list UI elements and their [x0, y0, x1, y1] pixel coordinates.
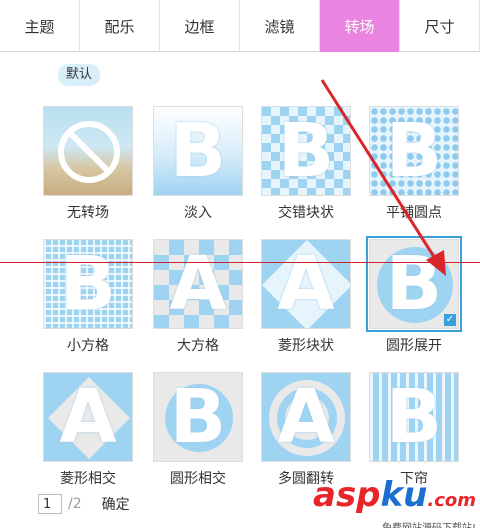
thumb-letter: A: [169, 241, 227, 327]
watermark-ku: ku: [380, 475, 428, 515]
thumb-letter: B: [385, 374, 443, 460]
no-entry-icon: [58, 121, 120, 183]
effect-label: 圆形展开: [386, 338, 442, 354]
thumb-circle-expand: B ✓: [366, 236, 462, 332]
effect-multi-circle-flip[interactable]: A 多圆翻转: [248, 372, 364, 488]
thumb-letter: A: [277, 241, 335, 327]
thumb-diamond-blocks: A: [261, 239, 351, 329]
thumb-letter: B: [59, 241, 117, 327]
selected-check-icon: ✓: [444, 314, 456, 326]
thumb-letter: B: [385, 108, 443, 194]
effect-label: 淡入: [184, 205, 212, 221]
thumb-staggered-blocks: B: [261, 106, 351, 196]
thumb-letter: A: [59, 374, 117, 460]
thumb-no-transition: [43, 106, 133, 196]
tab-filter[interactable]: 滤镜: [240, 0, 320, 52]
thumb-fade-in: B: [153, 106, 243, 196]
section-default-badge: 默认: [58, 64, 101, 86]
thumb-multi-circle-flip: A: [261, 372, 351, 462]
effect-label: 菱形块状: [278, 338, 334, 354]
effect-small-grid[interactable]: B 小方格: [30, 239, 146, 355]
tab-theme[interactable]: 主题: [0, 0, 80, 52]
thumb-diamond-intersect: A: [43, 372, 133, 462]
watermark-logo: aspku.com 免费网站源码下载站!: [296, 478, 476, 528]
effect-diamond-intersect[interactable]: A 菱形相交: [30, 372, 146, 488]
effect-label: 无转场: [67, 205, 109, 221]
effect-staggered-blocks[interactable]: B 交错块状: [248, 106, 364, 222]
effect-diamond-blocks[interactable]: A 菱形块状: [248, 239, 364, 355]
thumb-tiled-dots: B: [369, 106, 459, 196]
thumb-letter: B: [277, 108, 335, 194]
watermark-com: .com: [427, 490, 476, 511]
tab-transition[interactable]: 转场: [320, 0, 400, 52]
confirm-button[interactable]: 确定: [102, 494, 130, 514]
thumb-letter: A: [277, 374, 335, 460]
watermark-asp: asp: [313, 475, 381, 515]
effect-circle-expand[interactable]: B ✓ 圆形展开: [356, 236, 472, 355]
tab-border[interactable]: 边框: [160, 0, 240, 52]
pager: /2 确定: [38, 494, 130, 514]
thumb-small-grid: B: [43, 239, 133, 329]
thumb-blinds-down: B: [369, 372, 459, 462]
effect-label: 小方格: [67, 338, 109, 354]
effect-tiled-dots[interactable]: B 平铺圆点: [356, 106, 472, 222]
effect-no-transition[interactable]: 无转场: [30, 106, 146, 222]
effect-blinds-down[interactable]: B 下帘: [356, 372, 472, 488]
watermark-subtitle: 免费网站源码下载站!: [296, 519, 476, 528]
page-number-input[interactable]: [38, 494, 62, 514]
effect-fade-in[interactable]: B 淡入: [140, 106, 256, 222]
tab-size[interactable]: 尺寸: [400, 0, 480, 52]
thumb-letter: B: [169, 374, 227, 460]
effect-label: 大方格: [177, 338, 219, 354]
guide-line: [0, 262, 480, 263]
tab-music[interactable]: 配乐: [80, 0, 160, 52]
watermark-text: aspku.com: [296, 478, 476, 518]
thumb-circle-intersect: B: [153, 372, 243, 462]
effect-label: 交错块状: [278, 205, 334, 221]
effect-circle-intersect[interactable]: B 圆形相交: [140, 372, 256, 488]
thumb-large-grid: A: [153, 239, 243, 329]
tab-bar: 主题 配乐 边框 滤镜 转场 尺寸: [0, 0, 480, 52]
effect-large-grid[interactable]: A 大方格: [140, 239, 256, 355]
effect-label: 平铺圆点: [386, 205, 442, 221]
page-total: /2: [68, 496, 82, 512]
effect-label: 圆形相交: [170, 471, 226, 487]
thumb-letter: B: [169, 108, 227, 194]
effect-label: 菱形相交: [60, 471, 116, 487]
